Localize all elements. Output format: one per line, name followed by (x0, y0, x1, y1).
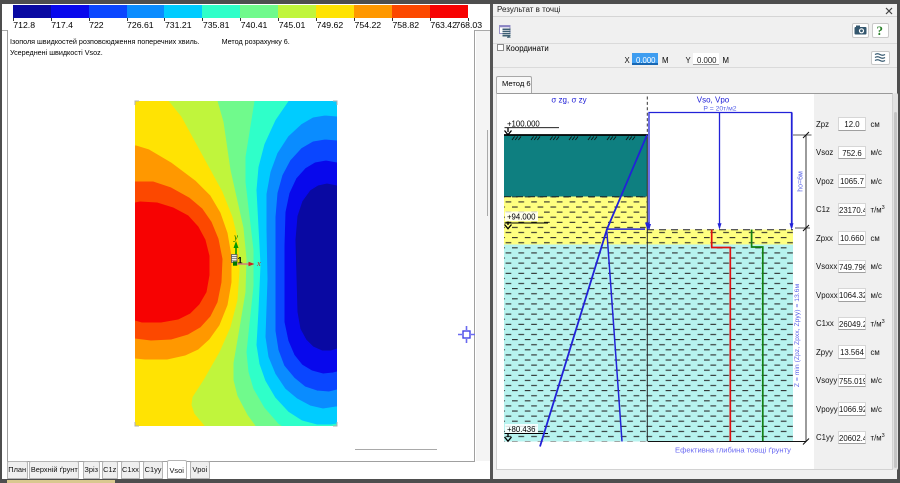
svg-text:σ zg, σ zy: σ zg, σ zy (551, 95, 586, 104)
svg-text:Vso, Vpo: Vso, Vpo (697, 95, 730, 104)
svg-text:+100.000: +100.000 (507, 119, 540, 128)
svg-text:y: y (233, 232, 238, 242)
svg-text:+94.000: +94.000 (507, 212, 536, 221)
svg-text:ho=6м: ho=6м (798, 171, 805, 192)
svg-text:P = 20т/м2: P = 20т/м2 (703, 105, 736, 112)
svg-text:x: x (256, 258, 261, 268)
svg-text:Ефективна глибина товщі ґрунту: Ефективна глибина товщі ґрунту (675, 445, 791, 454)
svg-text:Z = min (Zpz, Zpxx, Zpyy) = 13: Z = min (Zpz, Zpxx, Zpyy) = 13.6м (794, 283, 801, 387)
svg-text:+80.436: +80.436 (507, 425, 535, 434)
